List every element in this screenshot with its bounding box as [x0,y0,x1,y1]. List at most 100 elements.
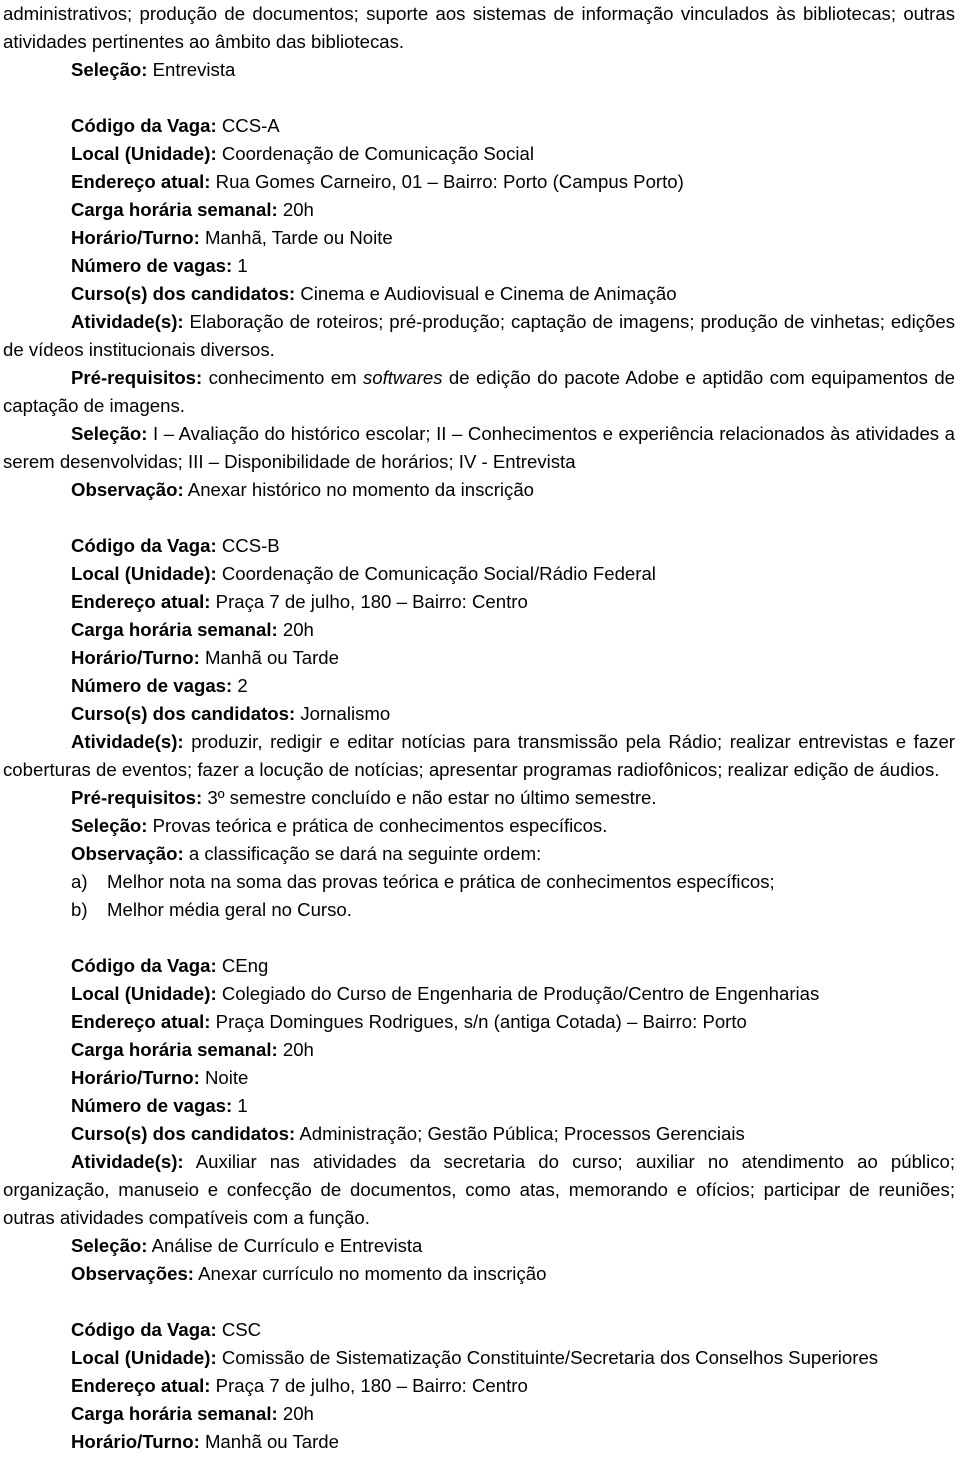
codigo-label: Código da Vaga: [71,535,217,556]
vaga-codigo-row: Código da Vaga: CSC [3,1316,955,1344]
vaga-observacao-row: Observação: a classificação se dará na s… [3,840,955,868]
prerequisitos-label: Pré-requisitos: [71,787,203,808]
vaga-selecao-paragraph: Seleção: I – Avaliação do histórico esco… [3,420,955,476]
selecao-label: Seleção: [71,423,148,444]
vaga-endereco-row: Endereço atual: Rua Gomes Carneiro, 01 –… [3,168,955,196]
local-value: Coordenação de Comunicação Social/Rádio … [216,563,656,584]
endereco-label: Endereço atual: [71,171,211,192]
horario-label: Horário/Turno: [71,227,200,248]
vaga-cursos-row: Curso(s) dos candidatos: Cinema e Audiov… [3,280,955,308]
selecao-value: Análise de Currículo e Entrevista [147,1235,423,1256]
horario-label: Horário/Turno: [71,1067,200,1088]
horario-value: Manhã ou Tarde [199,647,339,668]
intro-selecao-row: Seleção: Entrevista [3,56,955,84]
vaga-endereco-row: Endereço atual: Praça 7 de julho, 180 – … [3,588,955,616]
carga-label: Carga horária semanal: [71,619,278,640]
vaga-block-ceng: Código da Vaga: CEng Local (Unidade): Co… [3,952,955,1288]
cursos-value: Cinema e Audiovisual e Cinema de Animaçã… [295,283,677,304]
horario-value: Manhã, Tarde ou Noite [199,227,393,248]
codigo-value: CEng [216,955,269,976]
carga-value: 20h [277,1403,314,1424]
vaga-horario-row: Horário/Turno: Manhã ou Tarde [3,644,955,672]
numvagas-value: 1 [232,1095,248,1116]
vaga-local-row: Local (Unidade): Comissão de Sistematiza… [3,1344,955,1372]
vaga-cursos-row: Curso(s) dos candidatos: Administração; … [3,1120,955,1148]
vaga-codigo-row: Código da Vaga: CCS-A [3,112,955,140]
vaga-block-ccs-b: Código da Vaga: CCS-B Local (Unidade): C… [3,532,955,924]
endereco-label: Endereço atual: [71,591,211,612]
cursos-label: Curso(s) dos candidatos: [71,1123,296,1144]
vaga-horario-row: Horário/Turno: Noite [3,1064,955,1092]
numvagas-value: 2 [232,675,248,696]
codigo-value: CCS-A [216,115,280,136]
vaga-prerequisitos-paragraph: Pré-requisitos: conhecimento em software… [3,364,955,420]
intro-selecao-value: Entrevista [147,59,236,80]
vaga-endereco-row: Endereço atual: Praça 7 de julho, 180 – … [3,1372,955,1400]
vaga-horario-row: Horário/Turno: Manhã, Tarde ou Noite [3,224,955,252]
numvagas-label: Número de vagas: [71,675,233,696]
vaga-selecao-row: Seleção: Análise de Currículo e Entrevis… [3,1232,955,1260]
prerequisitos-value-part1: conhecimento em [202,367,363,388]
local-value: Comissão de Sistematização Constituinte/… [216,1347,879,1368]
horario-value: Noite [199,1067,249,1088]
codigo-label: Código da Vaga: [71,115,217,136]
horario-label: Horário/Turno: [71,647,200,668]
list-item: a) Melhor nota na soma das provas teóric… [3,868,955,896]
endereco-value: Praça Domingues Rodrigues, s/n (antiga C… [210,1011,747,1032]
numvagas-label: Número de vagas: [71,1095,233,1116]
intro-selecao-label: Seleção: [71,59,148,80]
vaga-observacao-row: Observação: Anexar histórico no momento … [3,476,955,504]
carga-label: Carga horária semanal: [71,1403,278,1424]
carga-label: Carga horária semanal: [71,1039,278,1060]
observacao-value: a classificação se dará na seguinte orde… [183,843,542,864]
vaga-atividades-paragraph: Atividade(s): produzir, redigir e editar… [3,728,955,784]
list-marker: b) [71,899,88,920]
vaga-local-row: Local (Unidade): Coordenação de Comunica… [3,560,955,588]
codigo-label: Código da Vaga: [71,955,217,976]
vaga-carga-row: Carga horária semanal: 20h [3,1036,955,1064]
atividades-label: Atividade(s): [71,731,184,752]
numvagas-value: 1 [232,255,248,276]
vaga-numvagas-row: Número de vagas: 2 [3,672,955,700]
local-label: Local (Unidade): [71,983,217,1004]
codigo-label: Código da Vaga: [71,1319,217,1340]
list-marker: a) [71,871,88,892]
carga-value: 20h [277,619,314,640]
local-value: Coordenação de Comunicação Social [216,143,534,164]
prerequisitos-value-italic: softwares [362,367,443,388]
carga-value: 20h [277,1039,314,1060]
vaga-cursos-row: Curso(s) dos candidatos: Jornalismo [3,700,955,728]
cursos-label: Curso(s) dos candidatos: [71,703,296,724]
intro-continuation-paragraph: administrativos; produção de documentos;… [3,3,955,52]
observacoes-label: Observações: [71,1263,194,1284]
vaga-numvagas-row: Número de vagas: 1 [3,252,955,280]
local-label: Local (Unidade): [71,143,217,164]
local-value: Colegiado do Curso de Engenharia de Prod… [216,983,820,1004]
codigo-value: CCS-B [216,535,280,556]
document-page: administrativos; produção de documentos;… [0,0,960,1456]
selecao-label: Seleção: [71,815,148,836]
vaga-prerequisitos-row: Pré-requisitos: 3º semestre concluído e … [3,784,955,812]
prerequisitos-value: 3º semestre concluído e não estar no últ… [202,787,657,808]
horario-label: Horário/Turno: [71,1431,200,1452]
vaga-numvagas-row: Número de vagas: 1 [3,1092,955,1120]
observacao-label: Observação: [71,479,184,500]
vaga-block-csc: Código da Vaga: CSC Local (Unidade): Com… [3,1316,955,1456]
vaga-endereco-row: Endereço atual: Praça Domingues Rodrigue… [3,1008,955,1036]
prerequisitos-label: Pré-requisitos: [71,367,203,388]
vaga-horario-row: Horário/Turno: Manhã ou Tarde [3,1428,955,1456]
list-item-text: Melhor média geral no Curso. [107,899,352,920]
endereco-value: Praça 7 de julho, 180 – Bairro: Centro [210,1375,528,1396]
list-item-text: Melhor nota na soma das provas teórica e… [107,871,775,892]
endereco-value: Rua Gomes Carneiro, 01 – Bairro: Porto (… [210,171,684,192]
selecao-label: Seleção: [71,1235,148,1256]
observacao-label: Observação: [71,843,184,864]
vaga-carga-row: Carga horária semanal: 20h [3,1400,955,1428]
cursos-value: Jornalismo [295,703,391,724]
atividades-label: Atividade(s): [71,1151,184,1172]
vaga-carga-row: Carga horária semanal: 20h [3,196,955,224]
